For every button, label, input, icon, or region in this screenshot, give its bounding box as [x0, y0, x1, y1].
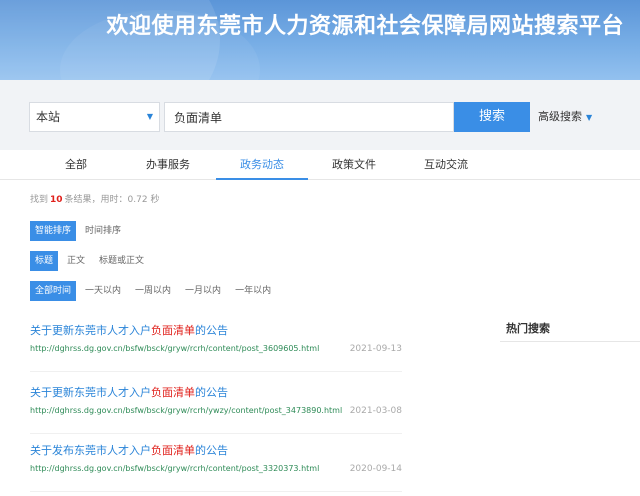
time-one-week[interactable]: 一周以内	[130, 281, 176, 301]
result-title-text: 关于更新东莞市人才入户	[30, 386, 151, 399]
result-title-link[interactable]: 关于更新东莞市人才入户负面清单的公告	[30, 322, 228, 338]
hot-search-title: 热门搜索	[506, 322, 550, 335]
time-all[interactable]: 全部时间	[30, 281, 77, 301]
tab-services[interactable]: 办事服务	[122, 150, 214, 180]
advanced-search-label: 高级搜索	[538, 110, 582, 123]
time-filter-row: 全部时间 一天以内 一周以内 一月以内 一年以内	[30, 278, 280, 301]
tab-government-news[interactable]: 政务动态	[216, 150, 308, 180]
search-result: 关于发布东莞市人才入户负面清单的公告 http://dghrss.dg.gov.…	[30, 442, 402, 492]
result-title-text: 关于更新东莞市人才入户	[30, 324, 151, 337]
search-input[interactable]	[164, 102, 454, 132]
category-tabs: 全部 办事服务 政务动态 政策文件 互动交流	[0, 150, 640, 180]
site-title: 欢迎使用东莞市人力资源和社会保障局网站搜索平台	[106, 14, 624, 39]
tab-policy-documents[interactable]: 政策文件	[308, 150, 400, 180]
sort-smart[interactable]: 智能排序	[30, 221, 77, 241]
result-date: 2020-09-14	[349, 464, 402, 474]
time-one-year[interactable]: 一年以内	[230, 281, 276, 301]
search-scope-value: 本站	[36, 110, 61, 124]
result-title-text: 的公告	[195, 324, 228, 337]
result-title-highlight: 负面清单	[151, 386, 195, 399]
result-date: 2021-03-08	[349, 406, 402, 416]
result-summary-prefix: 找到	[30, 195, 49, 205]
sort-filter-row: 智能排序 时间排序	[30, 218, 130, 241]
search-result: 关于更新东莞市人才入户负面清单的公告 http://dghrss.dg.gov.…	[30, 384, 402, 434]
result-count: 10	[50, 195, 63, 205]
result-title-highlight: 负面清单	[151, 444, 195, 457]
search-scope-select[interactable]: 本站 ▼	[29, 102, 160, 132]
search-button[interactable]: 搜索	[454, 102, 530, 132]
caret-down-icon: ▼	[146, 112, 153, 121]
hot-search-panel: 热门搜索	[500, 312, 640, 496]
result-title-text: 关于发布东莞市人才入户	[30, 444, 151, 457]
search-result: 关于更新东莞市人才入户负面清单的公告 http://dghrss.dg.gov.…	[30, 322, 402, 372]
result-url[interactable]: http://dghrss.dg.gov.cn/bsfw/bsck/gryw/r…	[30, 344, 319, 353]
result-url[interactable]: http://dghrss.dg.gov.cn/bsfw/bsck/gryw/r…	[30, 464, 319, 473]
advanced-search-link[interactable]: 高级搜索 ▼	[538, 102, 592, 132]
divider	[500, 341, 640, 342]
field-title-or-body[interactable]: 标题或正文	[94, 251, 149, 271]
result-date: 2021-09-13	[349, 344, 402, 354]
time-one-day[interactable]: 一天以内	[80, 281, 126, 301]
result-title-text: 的公告	[195, 386, 228, 399]
tab-interaction[interactable]: 互动交流	[400, 150, 492, 180]
field-body[interactable]: 正文	[62, 251, 90, 271]
result-title-highlight: 负面清单	[151, 324, 195, 337]
result-summary-suffix: 条结果，用时：0.72 秒	[64, 195, 160, 205]
search-bar-area: 本站 ▼ 搜索 高级搜索 ▼	[0, 80, 640, 150]
header-banner: 欢迎使用东莞市人力资源和社会保障局网站搜索平台	[0, 0, 640, 80]
result-title-text: 的公告	[195, 444, 228, 457]
result-title-link[interactable]: 关于发布东莞市人才入户负面清单的公告	[30, 442, 228, 458]
result-summary: 找到 10 条结果，用时：0.72 秒	[30, 192, 159, 205]
tab-all[interactable]: 全部	[30, 150, 122, 180]
sort-by-time[interactable]: 时间排序	[80, 221, 126, 241]
field-filter-row: 标题 正文 标题或正文	[30, 248, 153, 271]
result-url[interactable]: http://dghrss.dg.gov.cn/bsfw/bsck/gryw/r…	[30, 406, 342, 415]
result-title-link[interactable]: 关于更新东莞市人才入户负面清单的公告	[30, 384, 228, 400]
time-one-month[interactable]: 一月以内	[180, 281, 226, 301]
caret-down-icon: ▼	[586, 113, 593, 122]
field-title[interactable]: 标题	[30, 251, 59, 271]
